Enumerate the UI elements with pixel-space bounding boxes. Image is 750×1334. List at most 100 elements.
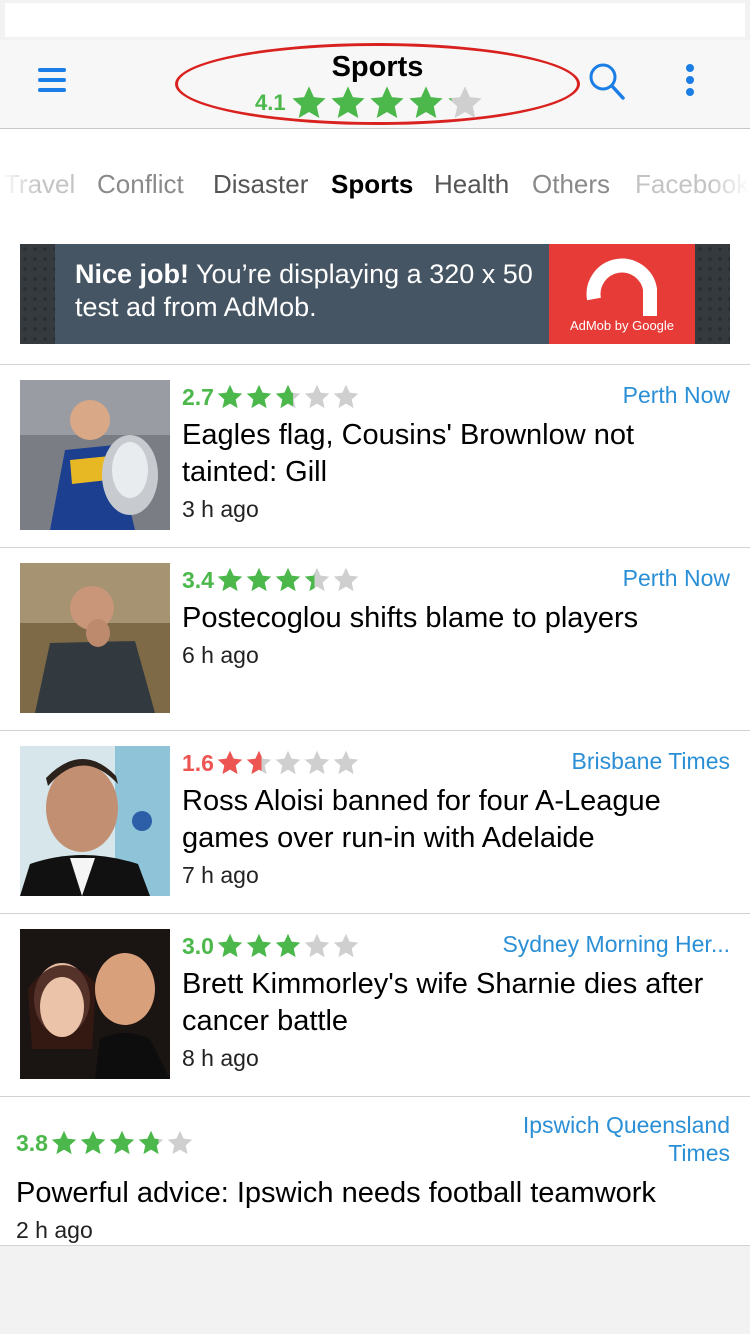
article-source-line1: Ipswich Queensland — [522, 1112, 730, 1138]
star-icon — [275, 933, 301, 958]
main-content: Travel Conflict Disaster Sports Health O… — [0, 129, 750, 1246]
headline-text: Brett Kimmorley's wife Sharnie dies afte… — [182, 968, 704, 1037]
star-icon — [217, 567, 243, 592]
tabs-fade-left — [0, 129, 40, 241]
article-headline: Postecoglou shifts blame to players 6 h … — [182, 600, 730, 674]
star-icon — [217, 750, 243, 775]
star-icon — [330, 86, 365, 119]
star-icon — [51, 1130, 77, 1155]
tab-disaster[interactable]: Disaster — [213, 169, 308, 200]
rating-value: 3.4 — [182, 566, 214, 593]
star-icon — [304, 933, 330, 958]
article-thumbnail — [20, 563, 170, 713]
star-icon — [333, 384, 359, 409]
article-time: 6 h ago — [182, 642, 259, 668]
star-icon — [275, 750, 301, 775]
article-time: 8 h ago — [182, 1045, 259, 1071]
article-source[interactable]: Perth Now — [623, 382, 730, 409]
category-tabs: Travel Conflict Disaster Sports Health O… — [0, 129, 750, 241]
article-time: 7 h ago — [182, 862, 259, 888]
article-source[interactable]: Perth Now — [623, 565, 730, 592]
rating-stars — [50, 1129, 195, 1157]
star-icon — [369, 86, 404, 119]
tab-sports[interactable]: Sports — [331, 169, 413, 200]
status-bar — [0, 0, 750, 40]
article-thumbnail — [20, 929, 170, 1079]
category-rating-value: 4.1 — [255, 90, 286, 115]
star-icon — [109, 1130, 135, 1155]
ad-banner[interactable]: Nice job! You’re displaying a 320 x 50 t… — [20, 244, 730, 344]
star-icon — [275, 567, 301, 592]
page-title: Sports — [331, 51, 424, 83]
category-rating-stars — [290, 84, 485, 122]
star-icon — [333, 750, 359, 775]
rating-stars — [216, 749, 361, 777]
tab-others[interactable]: Others — [532, 169, 610, 200]
search-icon[interactable] — [587, 62, 627, 102]
article-source[interactable]: Ipswich Queensland Times — [523, 1111, 730, 1167]
list-item[interactable]: 2.7 Perth Now Eagles flag, Cousins' Brow… — [0, 364, 750, 548]
star-icon — [291, 86, 326, 119]
rating-value: 2.7 — [182, 383, 214, 410]
star-icon — [138, 1130, 164, 1155]
ad-text-line2: test ad from AdMob. — [75, 292, 317, 322]
article-rating: 3.4 — [182, 563, 361, 597]
article-source[interactable]: Brisbane Times — [571, 748, 730, 775]
article-meta: 3.4 Perth Now — [182, 563, 730, 597]
article-meta: 3.0 Sydney Morning Her... — [182, 929, 730, 963]
article-rating: 3.8 — [16, 1126, 195, 1160]
star-icon — [80, 1130, 106, 1155]
article-time: 3 h ago — [182, 496, 259, 522]
title-area: Sports 4.1 — [175, 43, 580, 125]
category-rating: 4.1 — [255, 85, 485, 121]
menu-icon[interactable] — [38, 68, 66, 94]
article-time: 2 h ago — [16, 1217, 93, 1243]
tabs-fade-right — [710, 129, 750, 241]
article-headline: Ross Aloisi banned for four A-League gam… — [182, 783, 730, 894]
ad-pattern-left — [20, 244, 55, 344]
article-rating: 1.6 — [182, 746, 361, 780]
article-thumbnail — [20, 380, 170, 530]
star-icon — [217, 384, 243, 409]
ad-logo-caption: AdMob by Google — [569, 318, 675, 333]
star-icon — [246, 567, 272, 592]
list-item[interactable]: 3.8 Ipswich Queensland Times Powerful ad… — [0, 1096, 750, 1246]
rating-stars — [216, 932, 361, 960]
article-meta: 2.7 Perth Now — [182, 380, 730, 414]
star-icon — [333, 567, 359, 592]
article-rating: 2.7 — [182, 380, 361, 414]
rating-value: 1.6 — [182, 749, 214, 776]
more-vertical-icon[interactable] — [684, 64, 696, 100]
rating-value: 3.8 — [16, 1129, 48, 1156]
rating-stars — [216, 383, 361, 411]
article-rating: 3.0 — [182, 929, 361, 963]
list-item[interactable]: 3.0 Sydney Morning Her... Brett Kimmorle… — [0, 913, 750, 1097]
rating-stars — [216, 566, 361, 594]
ad-text: Nice job! You’re displaying a 320 x 50 t… — [75, 258, 555, 324]
rating-value: 3.0 — [182, 932, 214, 959]
article-headline: Powerful advice: Ipswich needs football … — [16, 1175, 740, 1249]
nav-bar: Sports 4.1 — [0, 40, 750, 129]
article-thumbnail — [20, 746, 170, 896]
headline-text: Ross Aloisi banned for four A-League gam… — [182, 785, 661, 854]
headline-text: Postecoglou shifts blame to players — [182, 602, 639, 634]
tab-conflict[interactable]: Conflict — [97, 169, 184, 200]
star-icon — [246, 750, 272, 775]
star-icon — [304, 567, 330, 592]
star-icon — [333, 933, 359, 958]
tab-health[interactable]: Health — [434, 169, 509, 200]
headline-text: Eagles flag, Cousins' Brownlow not taint… — [182, 419, 635, 488]
list-item[interactable]: 3.4 Perth Now Postecoglou shifts blame t… — [0, 547, 750, 731]
star-icon — [246, 933, 272, 958]
article-source-line2: Times — [668, 1140, 730, 1166]
ad-text-line1: You’re displaying a 320 x 50 — [189, 259, 533, 289]
article-meta: 1.6 Brisbane Times — [182, 746, 730, 780]
admob-logo: AdMob by Google — [549, 244, 695, 344]
list-item[interactable]: 1.6 Brisbane Times Ross Aloisi banned fo… — [0, 730, 750, 914]
star-icon — [447, 86, 482, 119]
star-icon — [275, 384, 301, 409]
ad-pattern-right — [695, 244, 730, 344]
ad-text-bold: Nice job! — [75, 259, 190, 289]
star-icon — [217, 933, 243, 958]
article-source[interactable]: Sydney Morning Her... — [502, 931, 730, 958]
